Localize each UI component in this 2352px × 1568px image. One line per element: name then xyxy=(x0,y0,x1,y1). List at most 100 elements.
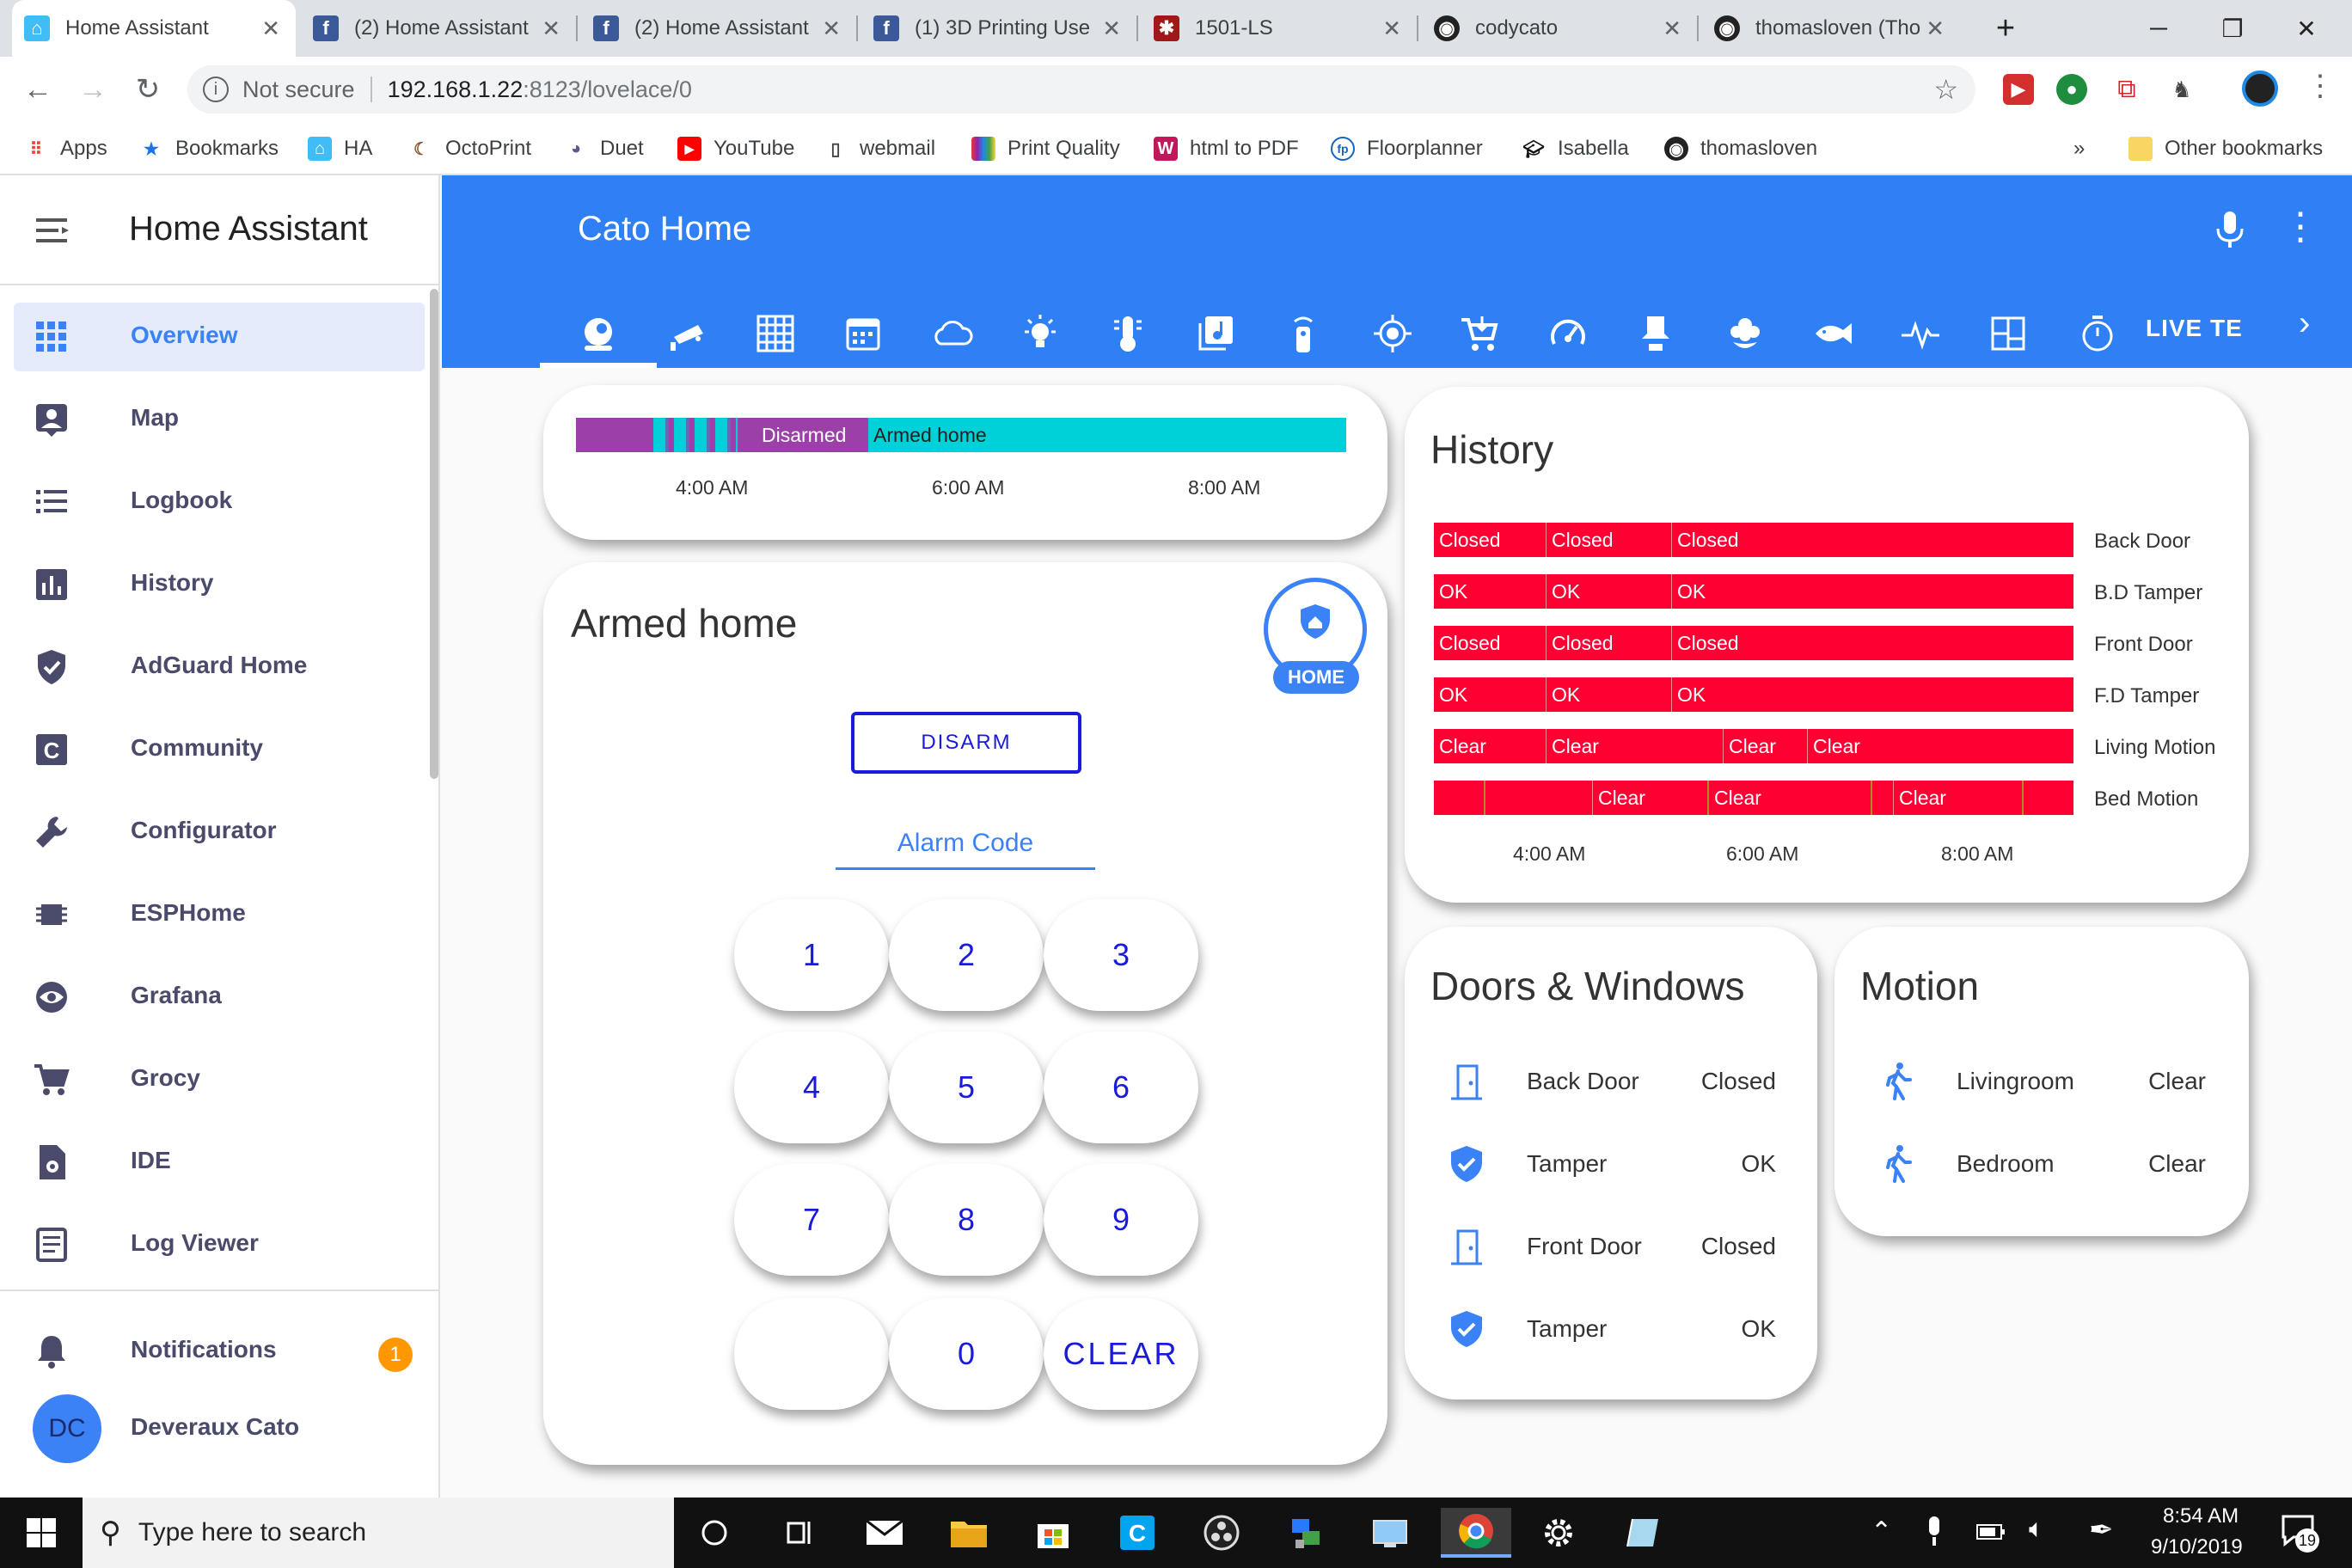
view-tab-weather[interactable] xyxy=(922,303,983,364)
close-tab-icon[interactable]: ✕ xyxy=(1926,15,1945,41)
info-icon[interactable]: i xyxy=(203,77,229,102)
keypad-button-0[interactable]: 0 xyxy=(889,1298,1044,1410)
bookmark-apps[interactable]: ⠿ Apps xyxy=(24,129,107,168)
extension-icon-1[interactable]: ▶ xyxy=(2003,74,2034,105)
view-tab-calendar[interactable] xyxy=(832,303,894,364)
keypad-button-2[interactable]: 2 xyxy=(889,899,1044,1011)
entity-row-livingroom[interactable]: Livingroom Clear xyxy=(1834,1047,2249,1116)
network-app-icon[interactable] xyxy=(1281,1508,1331,1558)
bookmark-floorplanner[interactable]: fp Floorplanner xyxy=(1331,129,1483,168)
view-tab-cctv[interactable] xyxy=(657,303,719,364)
view-tab-devices[interactable] xyxy=(1625,303,1687,364)
bookmark-html-to-pdf[interactable]: Whtml to PDF xyxy=(1154,129,1299,168)
sidebar-item-grocy[interactable]: Grocy xyxy=(14,1045,425,1114)
keypad-button-1[interactable]: 1 xyxy=(734,899,889,1011)
restore-button[interactable]: ❐ xyxy=(2196,0,2269,57)
remote-desktop-icon[interactable] xyxy=(1365,1508,1415,1558)
view-tab-plants[interactable] xyxy=(1714,303,1776,364)
view-tab-alarm[interactable] xyxy=(540,303,657,368)
entity-row-back-door[interactable]: Back Door Closed xyxy=(1405,1047,1817,1116)
bookmark-webmail[interactable]: ▯ webmail xyxy=(824,129,935,168)
back-button[interactable]: ← xyxy=(17,69,58,110)
keypad-clear-button[interactable]: CLEAR xyxy=(1044,1298,1198,1410)
tab-facebook-1[interactable]: f (2) Home Assistant ✕ xyxy=(301,0,576,57)
view-tab-remote[interactable] xyxy=(1272,303,1334,364)
tab-thomasloven[interactable]: ◉ thomasloven (Tho ✕ xyxy=(1702,0,1960,57)
volume-icon[interactable]: 🔈︎ xyxy=(2029,1515,2044,1544)
extension-icon-2[interactable]: ● xyxy=(2056,74,2087,105)
keypad-button-5[interactable]: 5 xyxy=(889,1032,1044,1143)
tray-overflow-chevron[interactable]: ⌃ xyxy=(1871,1516,1892,1547)
entity-row-front-door-tamper[interactable]: Tamper OK xyxy=(1405,1295,1817,1363)
profile-avatar[interactable] xyxy=(2242,70,2278,107)
view-tab-grid[interactable] xyxy=(744,303,806,364)
view-tab-stopwatch[interactable] xyxy=(2067,303,2128,364)
sidebar-item-map[interactable]: Map xyxy=(14,385,425,454)
tab-facebook-3[interactable]: f (1) 3D Printing Use ✕ xyxy=(861,0,1136,57)
view-tab-dashboard[interactable] xyxy=(1977,303,2039,364)
chrome-menu-icon[interactable]: ⋮ xyxy=(2306,69,2335,103)
tab-facebook-2[interactable]: f (2) Home Assistant ✕ xyxy=(581,0,856,57)
sidebar-item-ide[interactable]: IDE xyxy=(14,1128,425,1197)
entity-row-back-door-tamper[interactable]: Tamper OK xyxy=(1405,1130,1817,1198)
entity-row-front-door[interactable]: Front Door Closed xyxy=(1405,1212,1817,1281)
cortana-icon[interactable] xyxy=(689,1508,739,1558)
alarm-code-input[interactable]: Alarm Code xyxy=(836,822,1095,870)
keypad-button-blank[interactable] xyxy=(734,1298,889,1410)
menu-open-icon[interactable] xyxy=(36,215,70,246)
alarm-mode-badge[interactable]: HOME xyxy=(1264,578,1367,694)
sidebar-item-logbook[interactable]: Logbook xyxy=(14,468,425,536)
view-tab-energy[interactable] xyxy=(1537,303,1599,364)
more-options-icon[interactable]: ⋮ xyxy=(2282,205,2319,248)
extension-icon-4[interactable]: ♞ xyxy=(2166,74,2197,105)
bookmark-ha[interactable]: ⌂ HA xyxy=(308,129,372,168)
tab-home-assistant[interactable]: ⌂ Home Assistant ✕ xyxy=(12,0,296,57)
tab-codycato[interactable]: ◉ codycato ✕ xyxy=(1422,0,1697,57)
view-tab-media[interactable] xyxy=(1185,303,1246,364)
other-bookmarks[interactable]: Other bookmarks xyxy=(2128,129,2323,168)
disarm-button[interactable]: DISARM xyxy=(851,712,1081,774)
file-explorer-icon[interactable] xyxy=(944,1508,994,1558)
sidebar-item-notifications[interactable]: Notifications 1 xyxy=(14,1317,425,1386)
task-view-icon[interactable] xyxy=(774,1508,824,1558)
clock-time[interactable]: 8:54 AM xyxy=(2163,1504,2239,1528)
pen-icon[interactable]: ✒︎ xyxy=(2089,1513,2114,1547)
reload-button[interactable]: ↻ xyxy=(127,69,168,110)
sidebar-item-history[interactable]: History xyxy=(14,550,425,619)
store-icon[interactable] xyxy=(1028,1508,1078,1558)
bookmark-star-icon[interactable]: ☆ xyxy=(1933,73,1958,106)
mail-icon[interactable] xyxy=(860,1508,910,1558)
view-tab-climate[interactable] xyxy=(1097,303,1159,364)
bookmark-youtube[interactable]: ▶ YouTube xyxy=(677,129,794,168)
entity-row-bedroom[interactable]: Bedroom Clear xyxy=(1834,1130,2249,1198)
bookmark-print-quality[interactable]: Print Quality xyxy=(971,129,1120,168)
keypad-button-9[interactable]: 9 xyxy=(1044,1164,1198,1276)
chevron-right-icon[interactable]: › xyxy=(2299,304,2310,343)
battery-icon[interactable] xyxy=(1975,1522,2006,1542)
clock-date[interactable]: 9/10/2019 xyxy=(2151,1535,2243,1559)
close-tab-icon[interactable]: ✕ xyxy=(1663,15,1681,41)
vscode-icon[interactable]: C xyxy=(1112,1508,1162,1558)
forward-button[interactable]: → xyxy=(72,69,113,110)
view-tab-aquarium[interactable] xyxy=(1802,303,1864,364)
view-tab-system[interactable] xyxy=(1890,303,1951,364)
view-tab-location[interactable] xyxy=(1362,303,1424,364)
sidebar-item-esphome[interactable]: ESPHome xyxy=(14,880,425,949)
sidebar-item-adguard[interactable]: AdGuard Home xyxy=(14,633,425,701)
tab-1501-ls[interactable]: ✱ 1501-LS ✕ xyxy=(1142,0,1417,57)
bookmark-isabella[interactable]: 🎓︎ Isabella xyxy=(1522,129,1628,168)
start-button[interactable] xyxy=(0,1498,83,1568)
prusa-slicer-icon[interactable] xyxy=(1618,1508,1668,1558)
minimize-button[interactable]: ─ xyxy=(2122,0,2196,57)
keypad-button-8[interactable]: 8 xyxy=(889,1164,1044,1276)
keypad-button-4[interactable]: 4 xyxy=(734,1032,889,1143)
view-tab-lights[interactable] xyxy=(1009,303,1071,364)
view-tab-live[interactable]: LIVE TE xyxy=(2146,315,2243,342)
microphone-tray-icon[interactable] xyxy=(1924,1515,1945,1549)
keypad-button-3[interactable]: 3 xyxy=(1044,899,1198,1011)
close-window-button[interactable]: ✕ xyxy=(2269,0,2343,57)
more-bookmarks-button[interactable]: » xyxy=(2073,129,2085,168)
close-tab-icon[interactable]: ✕ xyxy=(542,15,560,41)
microphone-icon[interactable] xyxy=(2213,210,2247,251)
obs-icon[interactable] xyxy=(1197,1508,1246,1558)
